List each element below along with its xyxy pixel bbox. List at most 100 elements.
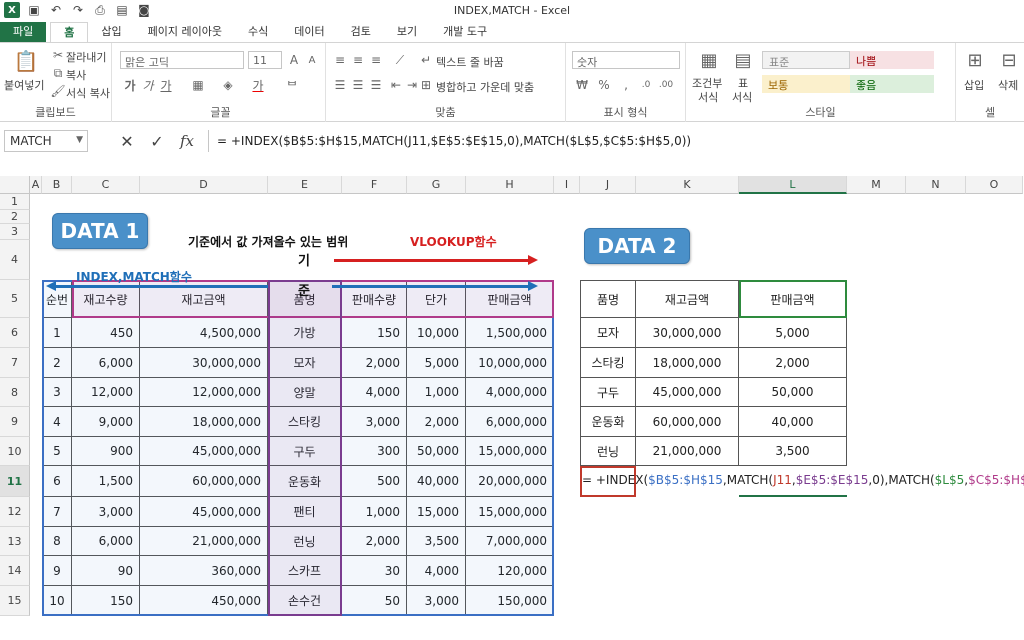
border-icon[interactable]: ▦: [190, 77, 206, 93]
underline-icon[interactable]: 가: [158, 77, 174, 93]
table-cell[interactable]: 4,500,000: [140, 318, 268, 348]
merge-center-icon[interactable]: ⊞: [418, 77, 434, 93]
table-cell[interactable]: 12,000,000: [140, 378, 268, 407]
wrap-text-button[interactable]: 텍스트 줄 바꿈: [436, 54, 504, 70]
name-box-dropdown-icon[interactable]: ▼: [76, 135, 83, 145]
increase-font-icon[interactable]: A: [286, 52, 302, 68]
table-cell[interactable]: 50: [342, 586, 407, 616]
style-normal[interactable]: 표준: [762, 51, 850, 69]
active-cell-l11[interactable]: [739, 495, 847, 497]
table-cell[interactable]: 9: [42, 556, 72, 586]
paste-icon[interactable]: 📋: [14, 49, 39, 73]
column-header-A[interactable]: A: [30, 176, 42, 194]
table-cell[interactable]: 3,000: [72, 497, 140, 527]
table-cell[interactable]: 45,000,000: [140, 437, 268, 466]
enter-icon[interactable]: ✓: [146, 131, 168, 151]
table-cell[interactable]: 4,000: [342, 378, 407, 407]
table-cell[interactable]: 구두: [580, 378, 636, 407]
table-cell[interactable]: 가방: [268, 318, 342, 348]
column-header-N[interactable]: N: [906, 176, 966, 194]
row-header-4[interactable]: 4: [0, 240, 30, 280]
insert-cells-icon[interactable]: ⊞: [964, 49, 986, 71]
table-cell[interactable]: 90: [72, 556, 140, 586]
row-header-14[interactable]: 14: [0, 556, 30, 586]
decrease-indent-icon[interactable]: ⇤: [388, 77, 404, 93]
table-cell[interactable]: 구두: [268, 437, 342, 466]
row-header-10[interactable]: 10: [0, 437, 30, 466]
column-header-I[interactable]: I: [554, 176, 580, 194]
tab-2[interactable]: 삽입: [88, 22, 134, 42]
conditional-format-button-line2[interactable]: 서식: [698, 89, 718, 105]
font-name-select[interactable]: 맑은 고딕: [120, 51, 244, 69]
paste-button[interactable]: 붙여넣기: [4, 77, 44, 93]
column-header-D[interactable]: D: [140, 176, 268, 194]
font-size-select[interactable]: 11: [248, 51, 282, 69]
column-header-J[interactable]: J: [580, 176, 636, 194]
table-cell[interactable]: 15,000,000: [466, 437, 554, 466]
table-cell[interactable]: 2,000: [739, 348, 847, 378]
format-painter-icon[interactable]: 🖌: [50, 83, 66, 99]
table-cell[interactable]: 2,000: [342, 527, 407, 556]
tab-5[interactable]: 데이터: [281, 22, 337, 42]
formula-input[interactable]: = +INDEX($B$5:$H$15,MATCH(J11,$E$5:$E$15…: [208, 130, 1020, 152]
orientation-icon[interactable]: ⟋: [392, 52, 408, 68]
table-cell[interactable]: 3,500: [407, 527, 466, 556]
table-cell[interactable]: 6: [42, 466, 72, 497]
copy-button[interactable]: 복사: [66, 67, 86, 83]
table-cell[interactable]: 10,000: [407, 318, 466, 348]
table-cell[interactable]: 900: [72, 437, 140, 466]
table-cell[interactable]: 3: [42, 378, 72, 407]
table-cell[interactable]: 4,000: [407, 556, 466, 586]
column-header-E[interactable]: E: [268, 176, 342, 194]
row-header-15[interactable]: 15: [0, 586, 30, 616]
tab-8[interactable]: 개발 도구: [430, 22, 500, 42]
fill-color-icon[interactable]: ◈: [220, 77, 236, 93]
table-cell[interactable]: 21,000,000: [636, 437, 739, 466]
table-cell[interactable]: 150: [342, 318, 407, 348]
table-cell[interactable]: 30,000,000: [636, 318, 739, 348]
phonetic-icon[interactable]: ᄇ: [284, 77, 300, 93]
insert-function-icon[interactable]: fx: [176, 131, 198, 151]
table-cell[interactable]: 10: [42, 586, 72, 616]
cut-button[interactable]: 잘라내기: [66, 49, 106, 65]
column-header-C[interactable]: C: [72, 176, 140, 194]
percent-icon[interactable]: %: [596, 77, 612, 93]
conditional-format-icon[interactable]: ▦: [698, 49, 720, 71]
format-table-icon[interactable]: ▤: [732, 49, 754, 71]
number-format-select[interactable]: 숫자: [572, 51, 680, 69]
table-cell[interactable]: 1,000: [342, 497, 407, 527]
table-cell[interactable]: 5: [42, 437, 72, 466]
row-header-7[interactable]: 7: [0, 348, 30, 378]
table-cell[interactable]: 20,000,000: [466, 466, 554, 497]
table-cell[interactable]: 10,000,000: [466, 348, 554, 378]
name-box[interactable]: MATCH ▼: [4, 130, 88, 152]
column-header-M[interactable]: M: [847, 176, 906, 194]
table-cell[interactable]: 7,000,000: [466, 527, 554, 556]
table-cell[interactable]: 모자: [268, 348, 342, 378]
tab-6[interactable]: 검토: [338, 22, 384, 42]
format-painter-button[interactable]: 서식 복사: [66, 85, 110, 101]
table-cell[interactable]: 5,000: [407, 348, 466, 378]
align-left-icon[interactable]: ☰: [332, 77, 348, 93]
table-cell[interactable]: 8: [42, 527, 72, 556]
table-cell[interactable]: 60,000,000: [140, 466, 268, 497]
table-cell[interactable]: 18,000,000: [140, 407, 268, 437]
column-header-F[interactable]: F: [342, 176, 407, 194]
copy-icon[interactable]: ⧉: [50, 65, 66, 81]
table-cell[interactable]: 4: [42, 407, 72, 437]
table-cell[interactable]: 50,000: [407, 437, 466, 466]
format-table-button-line2[interactable]: 서식: [732, 89, 752, 105]
table-cell[interactable]: 21,000,000: [140, 527, 268, 556]
table-cell[interactable]: 40,000: [739, 407, 847, 437]
table-cell[interactable]: 6,000: [72, 348, 140, 378]
table-cell[interactable]: 450: [72, 318, 140, 348]
table-cell[interactable]: 150: [72, 586, 140, 616]
table-cell[interactable]: 30: [342, 556, 407, 586]
row-header-2[interactable]: 2: [0, 210, 30, 224]
column-header-H[interactable]: H: [466, 176, 554, 194]
table-cell[interactable]: 450,000: [140, 586, 268, 616]
tab-0[interactable]: 파일: [0, 22, 47, 42]
currency-icon[interactable]: ₩: [574, 77, 590, 93]
row-header-13[interactable]: 13: [0, 527, 30, 556]
table-cell[interactable]: 양말: [268, 378, 342, 407]
